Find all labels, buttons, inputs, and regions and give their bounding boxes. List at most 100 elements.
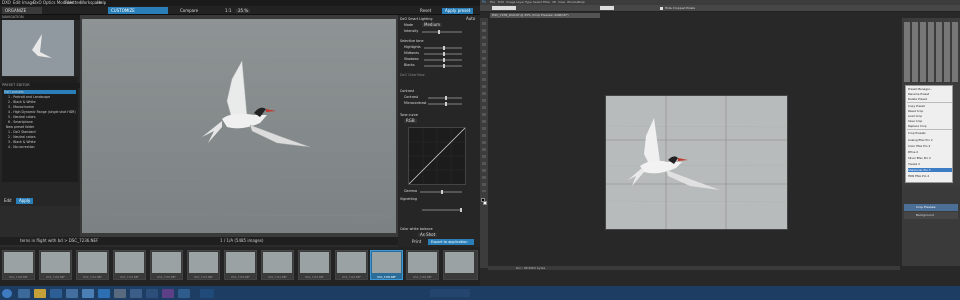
- microcontrast-slider[interactable]: [428, 102, 462, 106]
- preset-item[interactable]: 3 - Black & White: [8, 140, 36, 144]
- preset-item[interactable]: 3 - Monochrome: [8, 105, 34, 109]
- film-thumb[interactable]: [443, 250, 478, 280]
- menu-item-highlighted[interactable]: Sharpener Pro 3: [908, 168, 952, 172]
- crop-ratio-select[interactable]: [492, 6, 516, 10]
- preset-item[interactable]: 2 - Neutral colors: [8, 135, 36, 139]
- apply-preset-button[interactable]: Apply preset: [442, 8, 474, 14]
- taskbar-photoshop-icon[interactable]: [200, 289, 214, 298]
- film-thumb[interactable]: DSC_7149.NEF: [406, 250, 439, 280]
- menu-image[interactable]: Image: [506, 1, 515, 4]
- hide-crop-checkbox[interactable]: [660, 7, 663, 10]
- menu-item[interactable]: Viveza 2: [908, 162, 920, 166]
- menu-layer[interactable]: Layer: [516, 1, 524, 4]
- film-thumb[interactable]: DSC_7135.NEF: [150, 250, 183, 280]
- preset-item[interactable]: 4 - High Dynamic Range (single shot HDR): [8, 110, 76, 114]
- taskbar-app-icon[interactable]: [130, 289, 142, 298]
- film-thumb[interactable]: DSC_7143.NEF: [298, 250, 331, 280]
- tab-customize[interactable]: CUSTOMIZE: [108, 7, 168, 14]
- crop-view-select[interactable]: [600, 6, 614, 10]
- edit-button[interactable]: Edit: [4, 199, 12, 203]
- export-button[interactable]: Export to application: [428, 239, 474, 245]
- vignetting-slider[interactable]: [422, 208, 462, 212]
- film-thumb[interactable]: DSC_7130.NEF: [39, 250, 72, 280]
- swatches-panel[interactable]: [904, 22, 958, 82]
- taskbar-app-icon[interactable]: [146, 289, 158, 298]
- compare-button[interactable]: Compare: [180, 9, 198, 13]
- preset-item[interactable]: 1 - DxO Standard: [8, 130, 36, 134]
- menu-view[interactable]: View: [558, 1, 565, 4]
- apply-button[interactable]: Apply: [16, 198, 34, 204]
- menu-dxo[interactable]: DXO: [2, 1, 11, 5]
- menu-item[interactable]: Color Efex Pro 4: [908, 144, 930, 148]
- canvas-area[interactable]: [488, 18, 900, 266]
- menu-item[interactable]: Reset Crop: [908, 109, 923, 113]
- contrast-header[interactable]: Contrast: [400, 89, 476, 93]
- menu-3d[interactable]: 3D: [552, 1, 556, 4]
- image-viewer[interactable]: [80, 15, 398, 237]
- background-color[interactable]: [483, 201, 487, 205]
- reset-button[interactable]: Reset: [420, 9, 431, 13]
- preset-item[interactable]: DxO presets: [4, 90, 76, 94]
- tone-curve-header[interactable]: Tone curve: [400, 113, 476, 117]
- preset-item[interactable]: 4 - No correction: [8, 145, 35, 149]
- taskbar-app-icon[interactable]: [162, 289, 174, 298]
- mode-select[interactable]: Medium: [422, 23, 442, 27]
- menu-item[interactable]: Rename Preset: [908, 92, 929, 96]
- tab-organize[interactable]: ORGANIZE: [2, 7, 42, 14]
- menu-edit[interactable]: Edit: [498, 1, 504, 4]
- film-thumb-selected[interactable]: DSC_7236.NEF: [370, 250, 403, 280]
- intensity-slider[interactable]: [422, 30, 462, 34]
- menu-item[interactable]: Dfine 2: [908, 150, 918, 154]
- menu-filter[interactable]: Filter: [543, 1, 550, 4]
- menu-select[interactable]: Select: [533, 1, 542, 4]
- smart-lighting-header[interactable]: DxO Smart Lighting: [400, 17, 476, 21]
- taskbar-app-icon[interactable]: [114, 289, 126, 298]
- auto-label[interactable]: Auto: [466, 17, 475, 21]
- highlights-slider[interactable]: [424, 46, 462, 50]
- clearview-header[interactable]: DxO ClearView: [400, 73, 476, 77]
- menu-help[interactable]: Help: [578, 1, 585, 4]
- menu-item[interactable]: Replace Crop: [908, 124, 926, 128]
- menu-type[interactable]: Type: [525, 1, 532, 4]
- film-thumb[interactable]: DSC_7139.NEF: [224, 250, 257, 280]
- film-thumb[interactable]: DSC_7144.NEF: [335, 250, 368, 280]
- contrast-slider[interactable]: [428, 96, 462, 100]
- menu-item[interactable]: Load Crop: [908, 114, 922, 118]
- menu-item[interactable]: Silver Efex Pro 2: [908, 156, 931, 160]
- tone-curve-graph[interactable]: [408, 127, 466, 185]
- taskbar-app-icon[interactable]: [82, 289, 94, 298]
- menu-help[interactable]: Help: [97, 1, 106, 5]
- vignetting-header[interactable]: Vignetting: [400, 197, 476, 201]
- menu-item[interactable]: Delete Preset: [908, 97, 927, 101]
- menu-item[interactable]: Analog Efex Pro 2: [908, 138, 933, 142]
- preset-item[interactable]: 5 - Neutral colors: [8, 115, 36, 119]
- blacks-slider[interactable]: [424, 64, 462, 68]
- preset-item[interactable]: 2 - Black & White: [8, 100, 36, 104]
- gamma-slider[interactable]: [420, 190, 462, 194]
- taskbar-folder-icon[interactable]: [34, 289, 46, 298]
- menu-file[interactable]: File: [490, 1, 495, 4]
- menu-palettes[interactable]: Palettes: [65, 1, 81, 5]
- crop-document[interactable]: [605, 95, 788, 230]
- film-thumb[interactable]: DSC_7141.NEF: [261, 250, 294, 280]
- system-tray[interactable]: [430, 289, 470, 297]
- menu-edit[interactable]: Edit: [13, 1, 21, 5]
- zoom-select[interactable]: 25 %: [236, 9, 251, 13]
- layer-row[interactable]: Background: [904, 212, 958, 219]
- taskbar-app-icon[interactable]: [98, 289, 110, 298]
- selective-tone-header[interactable]: Selective tone: [400, 39, 476, 43]
- taskbar-app-icon[interactable]: [178, 289, 190, 298]
- start-button[interactable]: [2, 289, 12, 298]
- film-thumb[interactable]: DSC_7137.NEF: [187, 250, 220, 280]
- preset-item[interactable]: 1 - Portrait and Landscape: [8, 95, 50, 99]
- film-thumb[interactable]: DSC_7128.NEF: [2, 250, 35, 280]
- film-thumb[interactable]: DSC_7131.NEF: [76, 250, 109, 280]
- taskbar-app-icon[interactable]: [18, 289, 30, 298]
- preset-item[interactable]: 6 - Smartphone: [8, 120, 33, 124]
- preset-item[interactable]: New preset folder: [6, 125, 34, 129]
- print-button[interactable]: Print: [412, 240, 421, 244]
- tool-buttons[interactable]: [482, 22, 486, 192]
- menu-item[interactable]: Copy Preset: [908, 104, 925, 108]
- shadows-slider[interactable]: [424, 58, 462, 62]
- menu-item[interactable]: Preset Manager...: [908, 87, 932, 91]
